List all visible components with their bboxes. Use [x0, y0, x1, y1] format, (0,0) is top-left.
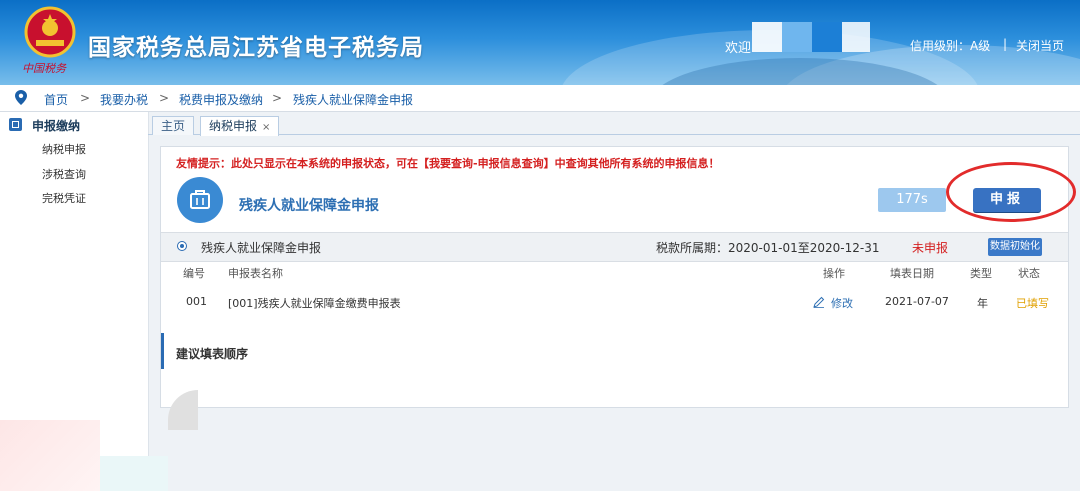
briefcase-icon [190, 190, 210, 209]
breadcrumb-current: 残疾人就业保障金申报 [293, 93, 414, 107]
countdown-timer: 177s [878, 188, 946, 212]
section-title: 残疾人就业保障金申报 [201, 241, 322, 255]
breadcrumb-separator: > [272, 91, 283, 105]
edit-pencil-icon[interactable] [813, 296, 825, 308]
credit-level: 信用级别：A级 [910, 39, 991, 53]
location-pin-icon [15, 90, 27, 105]
sidebar-item-tax-declare[interactable]: 纳税申报 [42, 141, 86, 157]
friendly-tip: 友情提示：此处只显示在本系统的申报状态，可在【我要查询-申报信息查询】中查询其他… [176, 157, 720, 170]
welcome-text: 欢迎 [725, 41, 752, 56]
close-page-link[interactable]: 关闭当页 [1016, 37, 1064, 54]
col-header-form-name: 申报表名称 [228, 267, 283, 280]
edit-link[interactable]: 修改 [831, 295, 853, 311]
sidebar-item-tax-query[interactable]: 涉税查询 [42, 166, 86, 182]
breadcrumb-separator: > [159, 91, 170, 105]
row-type: 年 [977, 297, 988, 310]
tab-home-label: 主页 [161, 119, 186, 133]
tab-tax-declare-label: 纳税申报 [209, 119, 258, 133]
col-header-type: 类型 [970, 267, 992, 280]
col-header-date: 填表日期 [890, 267, 934, 280]
page-title: 残疾人就业保障金申报 [239, 198, 379, 214]
header-banner: 中国税务 国家税务总局江苏省电子税务局 欢迎 信用级别：A级 | 关闭当页 [0, 0, 1080, 85]
suggest-accent [161, 333, 164, 369]
close-icon[interactable]: × [262, 122, 270, 133]
tab-home[interactable]: 主页 [152, 116, 195, 135]
header-separator: | [1003, 37, 1008, 51]
col-header-status: 状态 [1018, 267, 1040, 280]
menu-grid-icon [9, 118, 22, 131]
sidebar-item-tax-certificate[interactable]: 完税凭证 [42, 190, 86, 206]
breadcrumb-home[interactable]: 首页 [44, 91, 68, 108]
decor-blur [100, 456, 168, 491]
row-form-name: [001]残疾人就业保障金缴费申报表 [228, 297, 401, 310]
col-header-id: 编号 [183, 267, 205, 280]
highlight-circle [946, 162, 1076, 222]
tax-emblem-icon [24, 6, 76, 58]
masked-username [752, 22, 902, 52]
breadcrumb-tax-service[interactable]: 我要办税 [100, 91, 148, 108]
slogan-logo: 中国税务 [22, 62, 66, 75]
tab-strip: 主页 纳税申报 × [148, 112, 1080, 136]
sidebar-heading[interactable]: 申报缴纳 [32, 117, 80, 134]
site-title: 国家税务总局江苏省电子税务局 [88, 35, 424, 61]
suggest-order-heading: 建议填表顺序 [176, 347, 249, 361]
breadcrumb-separator: > [80, 91, 91, 105]
section-radio[interactable] [177, 241, 187, 251]
row-status: 已填写 [1016, 297, 1049, 310]
section-header: 残疾人就业保障金申报 税款所属期：2020-01-01至2020-12-31 未… [161, 232, 1068, 262]
declare-status: 未申报 [912, 241, 949, 255]
breadcrumb: 首页 > 我要办税 > 税费申报及缴纳 > 残疾人就业保障金申报 [0, 85, 1080, 112]
tax-period: 税款所属期：2020-01-01至2020-12-31 [656, 241, 880, 255]
row-id: 001 [186, 295, 207, 308]
tab-tax-declare[interactable]: 纳税申报 × [200, 116, 280, 136]
row-date: 2021-07-07 [885, 295, 949, 308]
data-init-button[interactable]: 数据初始化 [988, 238, 1042, 256]
declaration-panel: 友情提示：此处只显示在本系统的申报状态，可在【我要查询-申报信息查询】中查询其他… [160, 146, 1076, 408]
col-header-action: 操作 [823, 267, 845, 280]
decor-blur [0, 420, 100, 491]
breadcrumb-declare-pay[interactable]: 税费申报及缴纳 [179, 91, 263, 108]
